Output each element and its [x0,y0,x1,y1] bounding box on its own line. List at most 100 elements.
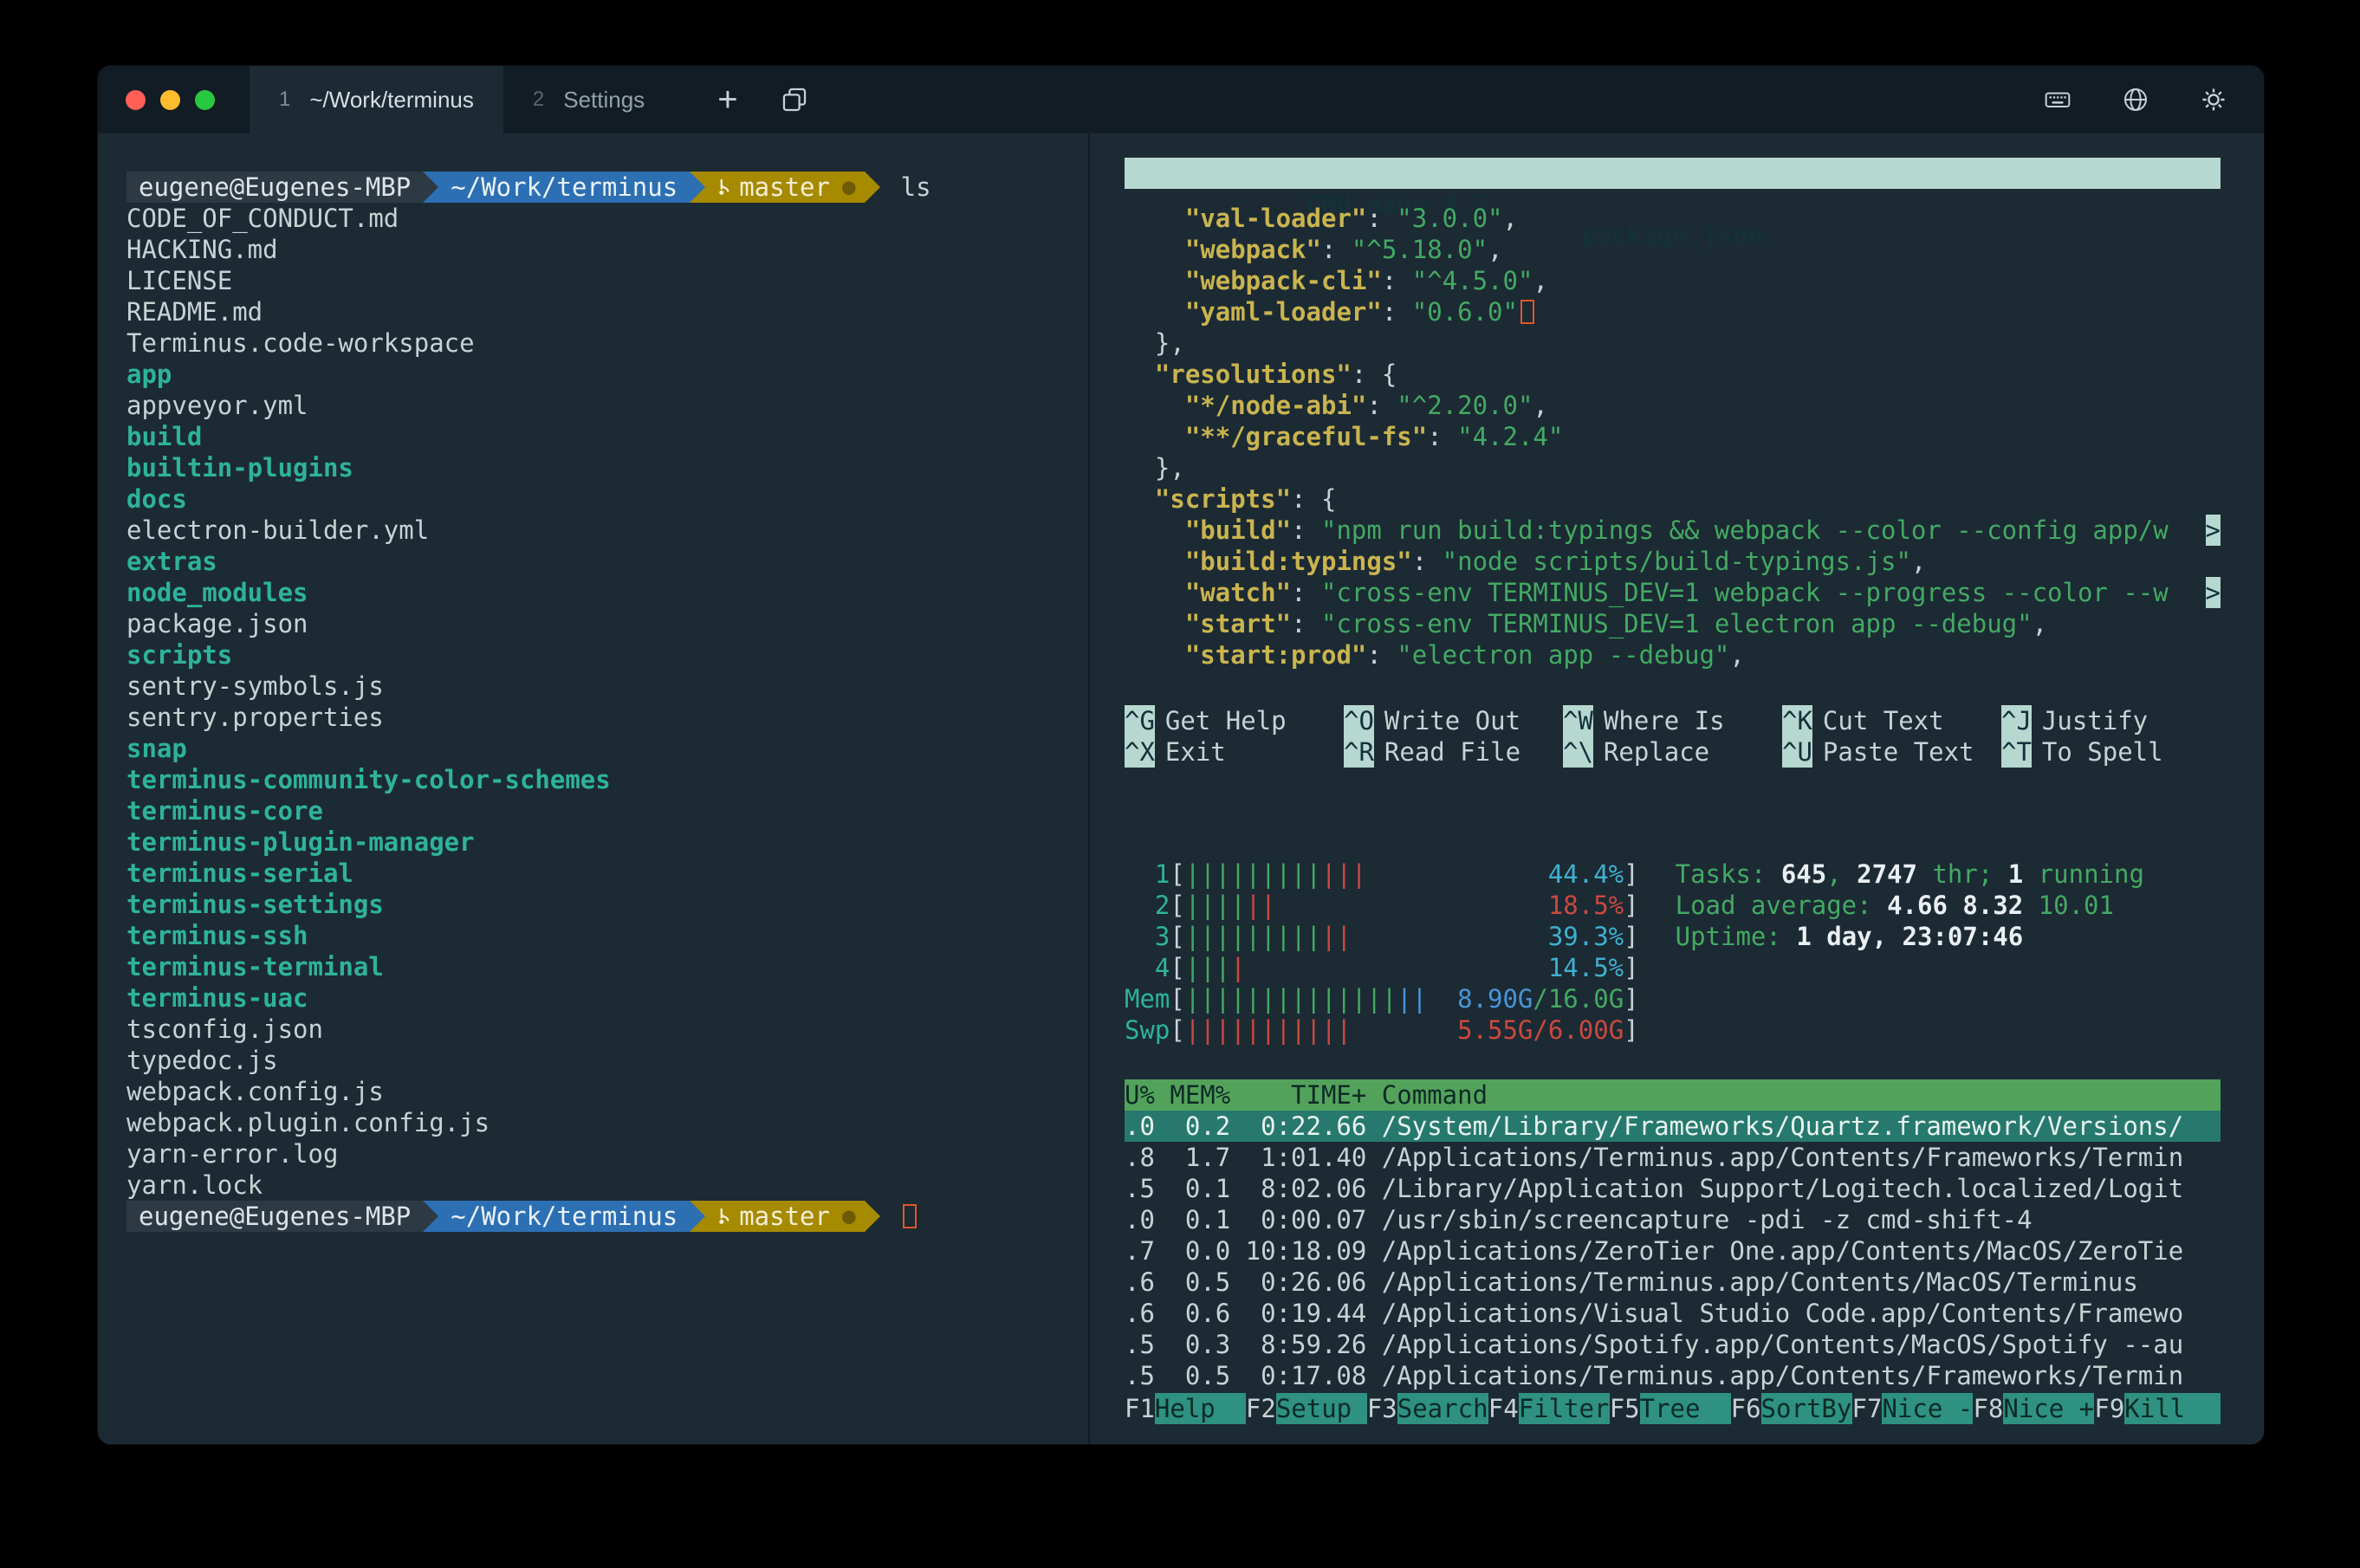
titlebar-drag-area[interactable] [809,66,2044,133]
file-name: build [126,422,202,451]
windows-icon[interactable] [780,66,809,133]
code-token [1125,360,1155,389]
process-row[interactable]: .6 0.5 0:26.06 /Applications/Terminus.ap… [1125,1267,2221,1298]
code-token: "scripts" [1155,484,1291,514]
fn-key-f8[interactable]: F8Nice + [1973,1393,2094,1424]
code-token [1125,547,1185,576]
shortcut-label: Replace [1604,736,1709,768]
process-row[interactable]: .5 0.3 8:59.26 /Applications/Spotify.app… [1125,1329,2221,1360]
meter-value-part: 5.55G/6.00G [1457,1015,1624,1045]
minimize-button[interactable] [160,90,180,110]
nano-code-line: "start": "cross-env TERMINUS_DEV=1 elect… [1125,608,2221,639]
file-name: scripts [126,640,232,670]
fn-key-f7[interactable]: F7Nice - [1852,1393,1974,1424]
fn-key-f5[interactable]: F5Tree [1610,1393,1731,1424]
titlebar[interactable]: 1 ~/Work/terminus 2Settings + [98,66,2264,133]
nano-code-line: }, [1125,452,2221,483]
meter-bar: ||||||||||||44.4% [1185,859,1624,890]
close-button[interactable] [126,90,146,110]
shell-prompt-top: eugene@Eugenes-MBP~/Work/terminusmaster●… [126,172,1088,203]
fn-key-f4[interactable]: F4Filter [1488,1393,1610,1424]
code-token [1125,266,1185,295]
process-row[interactable]: .8 1.7 1:01.40 /Applications/Terminus.ap… [1125,1142,2221,1173]
prompt-path-segment: ~/Work/terminus [438,172,690,203]
htop-stat-line: Uptime: 1 day, 23:07:46 [1676,921,2144,952]
process-row[interactable]: .5 0.1 8:02.06 /Library/Application Supp… [1125,1173,2221,1204]
meter-bracket: [ [1170,984,1184,1014]
code-token [1125,235,1185,264]
meter-bracket: ] [1624,953,1638,982]
fn-key-label: Filter [1519,1393,1610,1424]
file-item: typedoc.js [126,1045,1088,1076]
process-row[interactable]: .7 0.0 10:18.09 /Applications/ZeroTier O… [1125,1235,2221,1267]
nano-code-line: "yaml-loader": "0.6.0" [1125,296,2221,327]
nano-editor-text: "val-loader": "3.0.0", "webpack": "^5.18… [1125,203,2221,671]
code-token: , [1503,204,1518,233]
htop-meters: 1[||||||||||||44.4%]2[||||||18.5%]3[||||… [1125,859,1639,1046]
code-token: "val-loader" [1185,204,1367,233]
file-item: terminus-community-color-schemes [126,764,1088,795]
new-tab-button[interactable]: + [705,66,749,133]
shortcut-label: To Spell [2042,736,2163,768]
tab-title: ~/Work/terminus [309,87,474,113]
globe-icon[interactable] [2122,86,2149,113]
process-row[interactable]: .0 0.1 0:00.07 /usr/sbin/screencapture -… [1125,1204,2221,1235]
prompt-git-segment: master● [705,1201,864,1232]
code-token [1125,391,1185,420]
file-item: builtin-plugins [126,452,1088,483]
shortcut-label: Get Help [1165,705,1287,736]
powerline-arrow-icon [865,1201,880,1232]
stat-token: 10.01 [2023,891,2114,920]
prompt-git-segment: master● [705,172,864,203]
gear-icon[interactable] [2200,86,2227,113]
process-row[interactable]: .6 0.6 0:19.44 /Applications/Visual Stud… [1125,1298,2221,1329]
tab-work-terminus[interactable]: 1 ~/Work/terminus [250,66,503,133]
shell-prompt-bottom: eugene@Eugenes-MBP~/Work/terminusmaster● [126,1201,1088,1232]
code-token: "node scripts/build-typings.js" [1443,547,1911,576]
tab-title: Settings [563,87,645,113]
meter-bar-fill: || [1321,922,1352,951]
line-continuation-marker: > [2206,515,2221,546]
file-name: terminus-plugin-manager [126,827,475,857]
file-name: appveyor.yml [126,391,308,420]
cpu-meter: 4[||||14.5%] [1125,952,1639,983]
keyboard-icon[interactable] [2044,86,2071,113]
nano-code-line: "build": "npm run build:typings && webpa… [1125,515,2221,546]
meter-bracket: ] [1624,984,1638,1014]
cpu-meter: 1[||||||||||||44.4%] [1125,859,1639,890]
fn-key-label: Help [1155,1393,1246,1424]
code-token: "yaml-loader" [1185,297,1382,327]
process-row-selected[interactable]: .0 0.2 0:22.66 /System/Library/Framework… [1125,1111,2221,1142]
fn-key-label: Tree [1640,1393,1731,1424]
fn-key-f2[interactable]: F2Setup [1246,1393,1367,1424]
meter-value: 5.55G/6.00G [1457,1014,1624,1046]
code-token [1125,297,1185,327]
file-name: app [126,360,172,389]
fn-key-label: SortBy [1761,1393,1852,1424]
fn-key-f6[interactable]: F6SortBy [1731,1393,1852,1424]
nano-code-line: "val-loader": "3.0.0", [1125,203,2221,234]
terminal-pane-right[interactable]: GNU nano 4.5 package.json "val-loader": … [1090,133,2264,1445]
stat-token: Uptime: [1676,922,1797,951]
code-token [1125,609,1185,638]
meter-value-part: 8.90G [1457,984,1533,1014]
nano-shortcut: ^WWhere Is [1563,705,1782,736]
fn-key-f9[interactable]: F9Kill [2094,1393,2221,1424]
terminal-pane-left[interactable]: eugene@Eugenes-MBP~/Work/terminusmaster●… [98,133,1090,1445]
tab-settings[interactable]: 2Settings [503,66,674,133]
tab-number: 1 [279,87,290,112]
fn-key-number: F6 [1731,1393,1761,1424]
nano-code-line: "**/graceful-fs": "4.2.4" [1125,421,2221,452]
file-item: scripts [126,639,1088,671]
htop-stat-line: Tasks: 645, 2747 thr; 1 running [1676,859,2144,890]
zoom-button[interactable] [195,90,215,110]
code-token: : [1291,609,1321,638]
git-branch-name: master [739,1201,830,1232]
meter-bar: |||||||||||5.55G/6.00G [1185,1014,1624,1046]
fn-key-label: Kill [2124,1393,2221,1424]
file-item: terminus-terminal [126,951,1088,982]
code-token [1125,204,1185,233]
fn-key-f3[interactable]: F3Search [1367,1393,1488,1424]
fn-key-f1[interactable]: F1Help [1125,1393,1246,1424]
process-row[interactable]: .5 0.5 0:17.08 /Applications/Terminus.ap… [1125,1360,2221,1391]
